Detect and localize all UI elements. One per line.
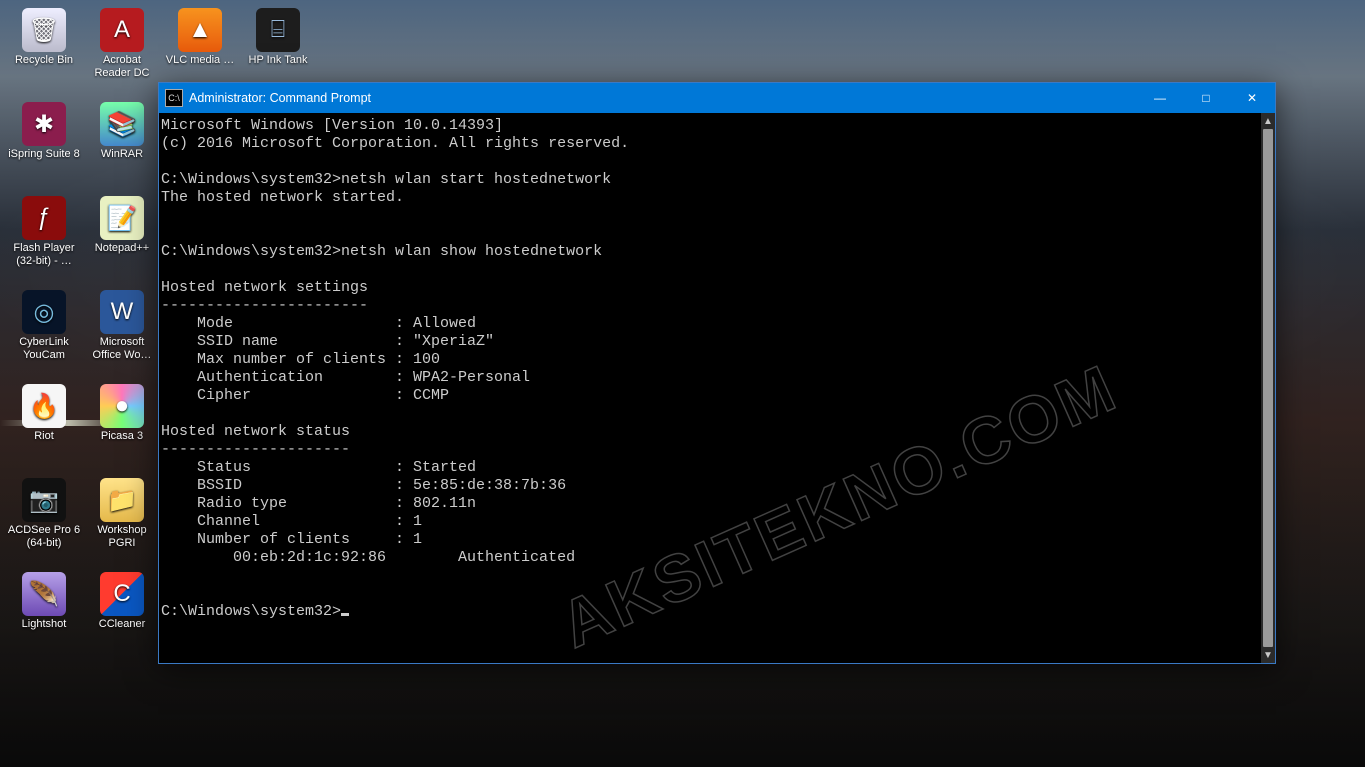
desktop: 🗑 Recycle Bin ✱ iSpring Suite 8 ƒFlash Playe… — [0, 0, 1365, 767]
desktop-icon-acrobat[interactable]: AAcrobat Reader DC — [84, 8, 160, 80]
vertical-scrollbar[interactable]: ▲ ▼ — [1261, 113, 1275, 663]
scroll-up-icon[interactable]: ▲ — [1261, 113, 1275, 129]
vlc-label: VLC media … — [166, 54, 234, 67]
word-label: Microsoft Office Wo… — [85, 336, 159, 362]
youcam-icon: ◎ — [22, 290, 66, 334]
acdsee-label: ACDSee Pro 6 (64-bit) — [7, 524, 81, 550]
desktop-icon-workshop[interactable]: 📁Workshop PGRI — [84, 478, 160, 550]
word-icon: W — [100, 290, 144, 334]
terminal-output[interactable]: Microsoft Windows [Version 10.0.14393] (… — [159, 113, 1261, 663]
vlc-icon: ▲ — [178, 8, 222, 52]
desktop-icon-ispring[interactable]: ✱ iSpring Suite 8 — [6, 102, 82, 161]
notepadpp-icon: 📝 — [100, 196, 144, 240]
riot-icon: 🔥 — [22, 384, 66, 428]
riot-label: Riot — [34, 430, 54, 443]
desktop-icon-acdsee[interactable]: 📷ACDSee Pro 6 (64-bit) — [6, 478, 82, 550]
picasa-label: Picasa 3 — [101, 430, 143, 443]
recycle-bin-label: Recycle Bin — [15, 54, 73, 67]
desktop-icon-flash[interactable]: ƒFlash Player (32-bit) - … — [6, 196, 82, 268]
desktop-icon-winrar[interactable]: 📚 WinRAR — [84, 102, 160, 161]
cmd-icon: C:\ — [165, 89, 183, 107]
desktop-icon-word[interactable]: WMicrosoft Office Wo… — [84, 290, 160, 362]
winrar-icon: 📚 — [100, 102, 144, 146]
desktop-icon-ccleaner[interactable]: C CCleaner — [84, 572, 160, 631]
hp-ink-label: HP Ink Tank — [249, 54, 308, 67]
desktop-icon-lightshot[interactable]: 🪶 Lightshot — [6, 572, 82, 631]
ispring-label: iSpring Suite 8 — [8, 148, 80, 161]
youcam-label: CyberLink YouCam — [7, 336, 81, 362]
recycle-bin-icon: 🗑 — [22, 8, 66, 52]
desktop-icon-youcam[interactable]: ◎CyberLink YouCam — [6, 290, 82, 362]
window-title: Administrator: Command Prompt — [189, 91, 1137, 105]
ccleaner-icon: C — [100, 572, 144, 616]
workshop-icon: 📁 — [100, 478, 144, 522]
acdsee-icon: 📷 — [22, 478, 66, 522]
titlebar[interactable]: C:\ Administrator: Command Prompt — □ ✕ — [159, 83, 1275, 113]
ispring-icon: ✱ — [22, 102, 66, 146]
desktop-icon-riot[interactable]: 🔥 Riot — [6, 384, 82, 443]
picasa-icon: ● — [100, 384, 144, 428]
desktop-icon-picasa[interactable]: ● Picasa 3 — [84, 384, 160, 443]
scroll-thumb[interactable] — [1263, 129, 1273, 647]
hp-ink-icon: ⌸ — [256, 8, 300, 52]
acrobat-label: Acrobat Reader DC — [85, 54, 159, 80]
close-button[interactable]: ✕ — [1229, 83, 1275, 113]
command-prompt-window: C:\ Administrator: Command Prompt — □ ✕ … — [158, 82, 1276, 664]
flash-icon: ƒ — [22, 196, 66, 240]
desktop-icon-hp-ink[interactable]: ⌸ HP Ink Tank — [240, 8, 316, 67]
maximize-button[interactable]: □ — [1183, 83, 1229, 113]
winrar-label: WinRAR — [101, 148, 143, 161]
notepadpp-label: Notepad++ — [95, 242, 149, 255]
lightshot-icon: 🪶 — [22, 572, 66, 616]
desktop-icon-notepadpp[interactable]: 📝 Notepad++ — [84, 196, 160, 255]
minimize-button[interactable]: — — [1137, 83, 1183, 113]
acrobat-icon: A — [100, 8, 144, 52]
scroll-down-icon[interactable]: ▼ — [1261, 647, 1275, 663]
desktop-icon-recycle-bin[interactable]: 🗑 Recycle Bin — [6, 8, 82, 67]
desktop-icon-vlc[interactable]: ▲ VLC media … — [162, 8, 238, 67]
workshop-label: Workshop PGRI — [85, 524, 159, 550]
flash-label: Flash Player (32-bit) - … — [7, 242, 81, 268]
lightshot-label: Lightshot — [22, 618, 67, 631]
terminal-area: Microsoft Windows [Version 10.0.14393] (… — [159, 113, 1275, 663]
ccleaner-label: CCleaner — [99, 618, 145, 631]
